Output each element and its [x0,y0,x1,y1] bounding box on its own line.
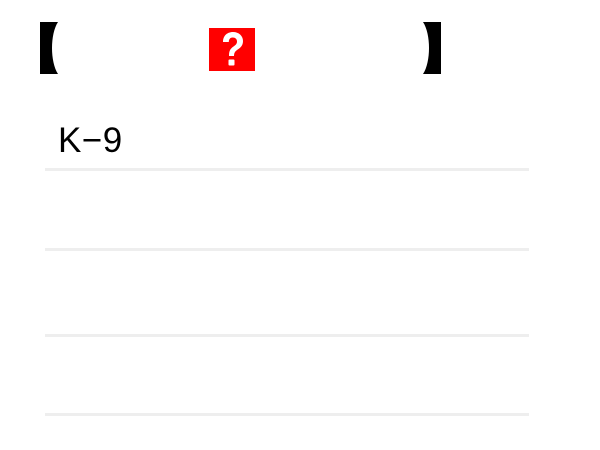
list-item[interactable] [45,251,529,337]
list-item-label: K−9 [58,121,123,160]
item-list: K−9 [45,110,529,416]
question-mark-icon[interactable] [209,28,255,71]
right-bracket-icon [421,22,441,74]
left-bracket-icon [40,22,60,74]
list-item[interactable] [45,171,529,251]
header-row [0,0,600,100]
list-item[interactable] [45,337,529,416]
list-item[interactable]: K−9 [45,110,529,171]
